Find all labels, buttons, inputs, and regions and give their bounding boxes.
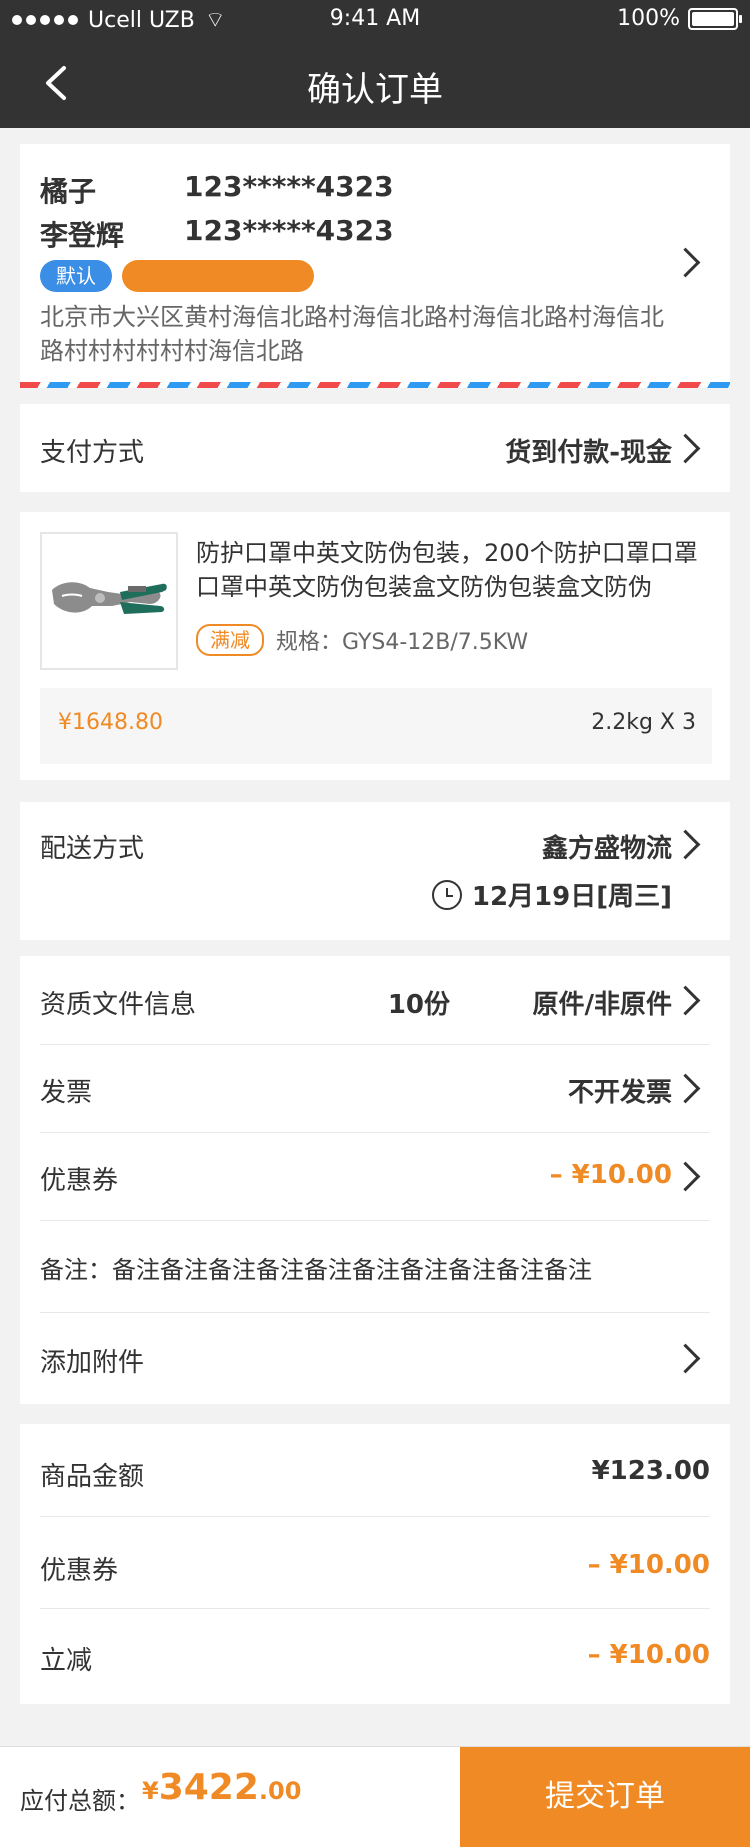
goods-amount-label: 商品金额	[40, 1462, 145, 1492]
product-quantity: 2.2kg X 3	[591, 710, 696, 735]
status-bar: Ucell UZB ⌔ 9:41 AM 100%	[0, 0, 750, 40]
summary-coupon-label: 优惠券	[40, 1556, 119, 1586]
delivery-row[interactable]: 配送方式 鑫方盛物流 12月19日[周三]	[20, 802, 730, 940]
divider	[40, 1220, 710, 1221]
goods-amount-value: ¥123.00	[591, 1456, 710, 1486]
summary-coupon-value: – ¥10.00	[587, 1550, 710, 1580]
pliers-icon	[52, 582, 167, 614]
submit-order-button[interactable]: 提交订单	[460, 1747, 750, 1847]
divider	[40, 1608, 710, 1609]
contact-phone-1: 123*****4323	[184, 170, 394, 203]
remark-text[interactable]: 备注：备注备注备注备注备注备注备注备注备注备注	[40, 1250, 592, 1285]
payment-row[interactable]: 支付方式 货到付款-现金	[20, 404, 730, 492]
total-currency: ¥	[142, 1777, 159, 1805]
chevron-right-icon[interactable]	[670, 1343, 701, 1374]
coupon-label: 优惠券	[40, 1166, 119, 1196]
contact-phone-2: 123*****4323	[184, 214, 394, 247]
page-title: 确认订单	[307, 70, 443, 110]
product-card: 防护口罩中英文防伪包装，200个防护口罩口罩口罩中英文防伪包装盒文防伪包装盒文防…	[20, 512, 730, 780]
chevron-right-icon[interactable]	[670, 433, 701, 464]
divider	[40, 1312, 710, 1313]
product-name: 防护口罩中英文防伪包装，200个防护口罩口罩口罩中英文防伪包装盒文防伪包装盒文防…	[196, 539, 698, 601]
instant-discount-label: 立减	[40, 1646, 93, 1676]
battery-icon	[688, 7, 742, 30]
address-text: 北京市大兴区黄村海信北路村海信北路村海信北路村海信北路村村村村村村海信北路	[40, 303, 664, 365]
delivery-label: 配送方式	[40, 834, 145, 864]
total-integer: 3422	[158, 1767, 259, 1808]
payment-label: 支付方式	[40, 438, 145, 468]
qualification-label: 资质文件信息	[40, 990, 197, 1020]
divider	[40, 1516, 710, 1517]
battery-percent: 100%	[617, 6, 680, 31]
attachment-label[interactable]: 添加附件	[40, 1342, 144, 1379]
discount-badge: 满减	[196, 624, 264, 656]
envelope-stripe	[20, 382, 730, 388]
address-card[interactable]: 橘子 123*****4323 李登辉 123*****4323 默认 方盛云采…	[20, 144, 730, 388]
delivery-value: 鑫方盛物流	[541, 834, 672, 864]
order-details-card: 资质文件信息 10份 原件/非原件 发票 不开发票 优惠券 – ¥10.00 备…	[20, 956, 730, 1404]
divider	[40, 1044, 710, 1045]
clock-icon	[432, 880, 462, 910]
divider	[40, 1132, 710, 1133]
qualification-value[interactable]: 原件/非原件	[533, 984, 673, 1021]
chevron-right-icon[interactable]	[670, 829, 701, 860]
project-tag: 方盛云采重点项目	[122, 260, 314, 292]
qualification-count: 10份	[387, 990, 450, 1020]
total-label: 应付总额：	[20, 1787, 140, 1815]
payment-value: 货到付款-现金	[505, 438, 672, 468]
price-summary-card: 商品金额 ¥123.00 优惠券 – ¥10.00 立减 – ¥10.00	[20, 1424, 730, 1704]
bottom-bar: 应付总额： ¥3422.00 提交订单	[0, 1746, 750, 1847]
product-price: ¥1648.80	[58, 710, 163, 735]
chevron-right-icon[interactable]	[670, 247, 701, 278]
address-tags: 默认 方盛云采重点项目	[40, 260, 314, 292]
product-image	[40, 532, 178, 670]
contact-name-2: 李登辉	[40, 219, 125, 252]
status-right: 100%	[617, 6, 742, 31]
total-amount: ¥3422.00	[142, 1767, 301, 1808]
contact-name-1: 橘子	[40, 175, 97, 208]
invoice-label: 发票	[40, 1078, 93, 1108]
price-bar: ¥1648.80 2.2kg X 3	[40, 688, 712, 764]
delivery-date: 12月19日[周三]	[471, 882, 672, 912]
product-spec: 规格：GYS4-12B/7.5KW	[276, 630, 529, 655]
chevron-right-icon[interactable]	[670, 1161, 701, 1192]
chevron-right-icon[interactable]	[670, 1073, 701, 1104]
default-tag: 默认	[40, 260, 112, 292]
invoice-value[interactable]: 不开发票	[568, 1072, 672, 1109]
instant-discount-value: – ¥10.00	[587, 1640, 710, 1670]
chevron-right-icon[interactable]	[670, 985, 701, 1016]
coupon-value[interactable]: – ¥10.00	[550, 1160, 672, 1190]
total-decimal: .00	[258, 1777, 302, 1805]
navigation-bar: 确认订单	[0, 40, 750, 128]
